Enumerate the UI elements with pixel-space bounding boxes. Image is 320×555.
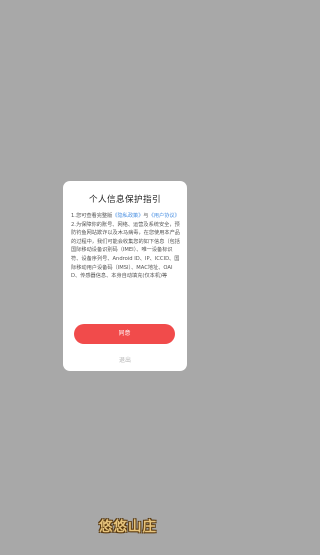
agree-button[interactable]: 同意 [74,324,175,344]
privacy-dialog: 个人信息保护指引 1.您可查看完整版《隐私政策》与《用户协议》 2.为保障你的账… [63,181,187,371]
user-agreement-link[interactable]: 《用户协议》 [149,213,180,219]
dialog-body: 1.您可查看完整版《隐私政策》与《用户协议》 2.为保障你的账号、网络、运营及系… [71,212,181,296]
privacy-policy-link[interactable]: 《隐私政策》 [112,213,143,219]
dialog-title: 个人信息保护指引 [89,195,161,205]
paragraph-1-prefix: 1.您可查看完整版 [71,213,113,219]
paragraph-2: 2.为保障你的账号、网络、运营及系统安全，预防钓鱼网站欺诈以及木马病毒，在您使用… [71,221,180,280]
paragraph-1: 1.您可查看完整版《隐私政策》与《用户协议》 [71,212,181,221]
brand-logo: 悠悠山庄 [99,519,157,535]
exit-button[interactable]: 退出 [63,355,187,364]
